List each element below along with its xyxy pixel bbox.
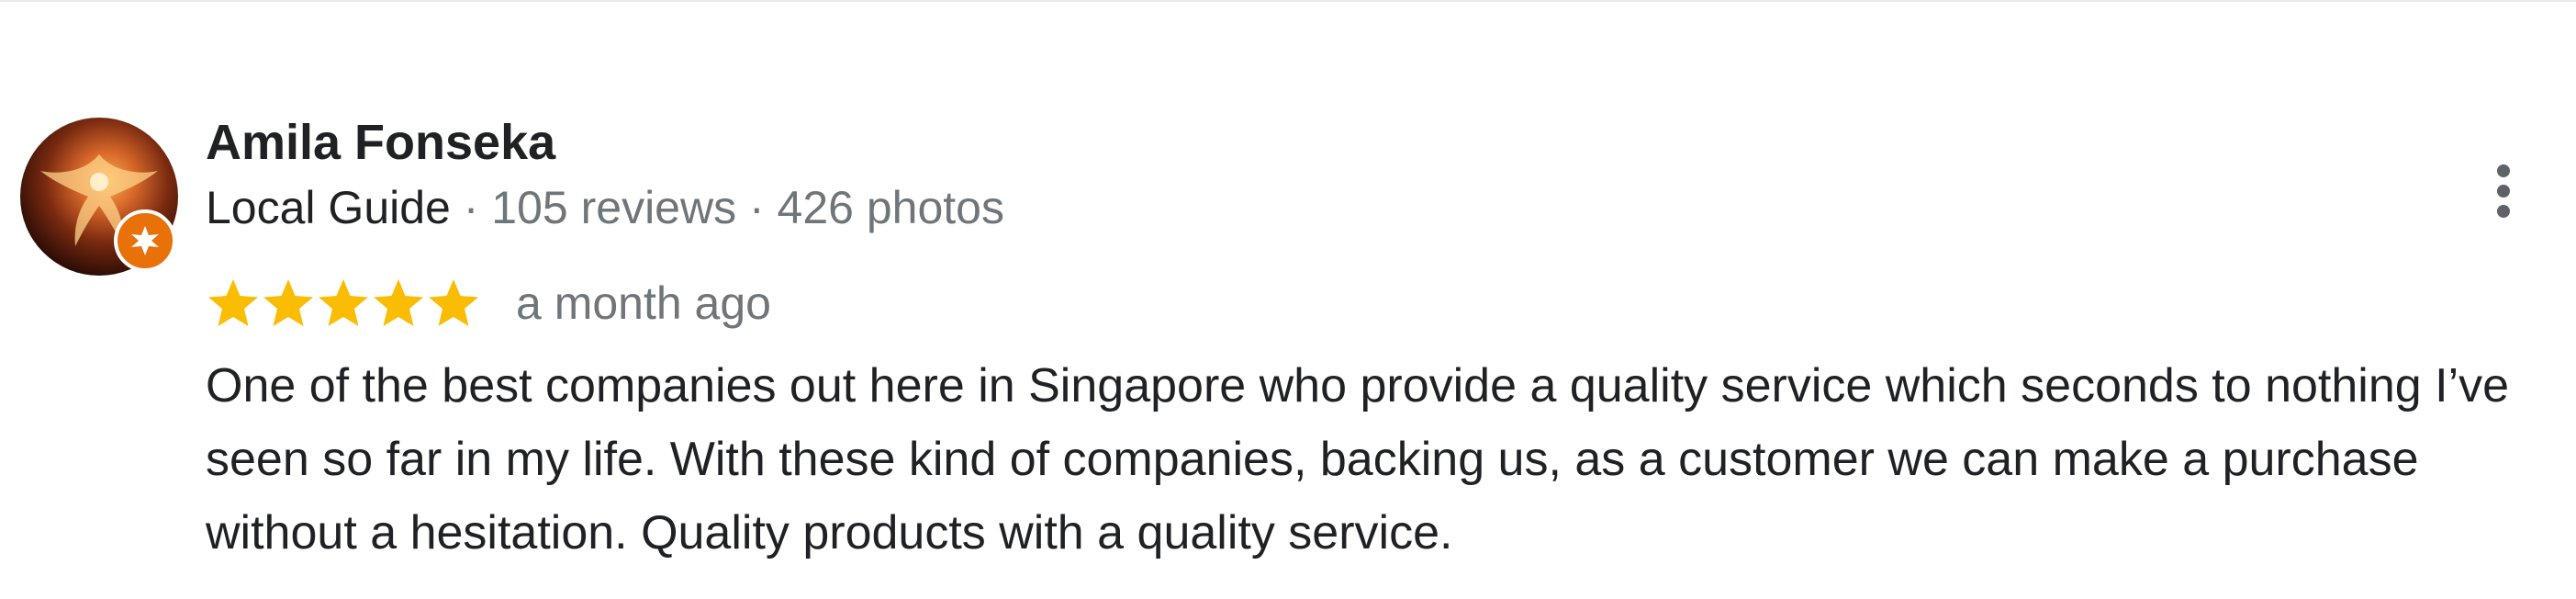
star-icon bbox=[374, 279, 423, 326]
reviewer-name[interactable]: Amila Fonseka bbox=[206, 113, 555, 172]
review-count: 105 reviews bbox=[491, 182, 737, 233]
review-text: One of the best companies out here in Si… bbox=[206, 359, 2510, 559]
meta-separator: · bbox=[736, 182, 778, 233]
star-icon bbox=[429, 279, 478, 326]
more-vertical-icon bbox=[2497, 205, 2510, 218]
more-vertical-icon bbox=[2497, 185, 2510, 198]
review-card: Amila Fonseka Local Guide · 105 reviews … bbox=[20, 110, 2554, 588]
more-options-button[interactable] bbox=[2471, 145, 2536, 237]
review-time: a month ago bbox=[516, 277, 771, 329]
local-guide-label: Local Guide bbox=[206, 182, 451, 233]
meta-separator: · bbox=[450, 182, 492, 233]
star-icon bbox=[263, 279, 313, 326]
star-icon bbox=[208, 279, 258, 326]
reviewer-meta[interactable]: Local Guide · 105 reviews · 426 photos bbox=[206, 178, 1004, 237]
local-guide-badge-icon bbox=[114, 209, 176, 272]
top-divider bbox=[0, 0, 2576, 2]
star-rating bbox=[206, 277, 481, 330]
more-vertical-icon bbox=[2497, 164, 2510, 177]
star-icon bbox=[319, 279, 368, 326]
rating-row: a month ago bbox=[206, 274, 771, 333]
photo-count: 426 photos bbox=[777, 182, 1004, 233]
